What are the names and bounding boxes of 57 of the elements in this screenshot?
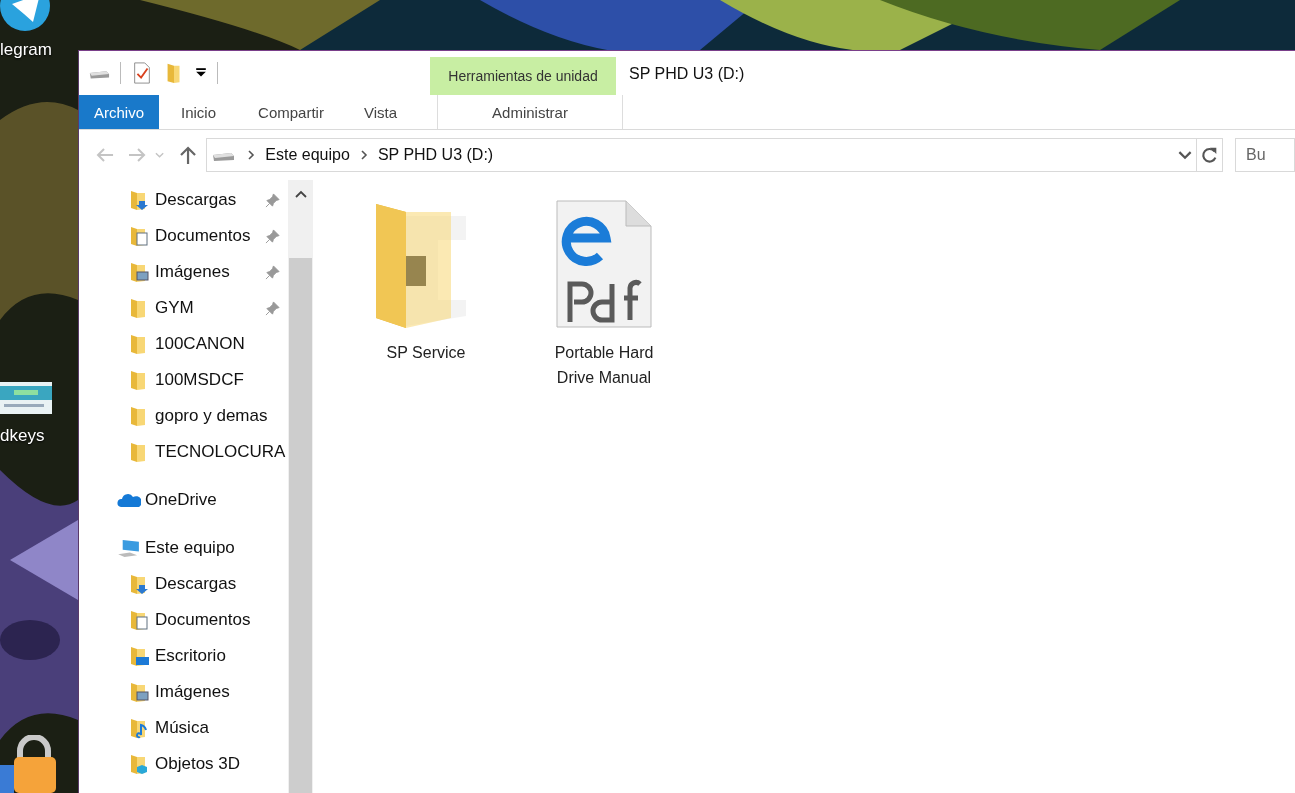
chevron-right-icon[interactable]: [359, 149, 368, 161]
nav-item[interactable]: Escritorio: [79, 638, 288, 674]
pdf-file-icon: [554, 200, 654, 328]
address-bar[interactable]: Este equipo SP PHD U3 (D:): [206, 138, 1198, 172]
pin-icon[interactable]: [265, 300, 280, 316]
documents-folder-icon: [129, 609, 149, 631]
nav-item[interactable]: Objetos 3D: [79, 746, 288, 782]
pin-icon[interactable]: [265, 228, 280, 244]
scrollbar-thumb[interactable]: [289, 258, 312, 793]
pictures-folder-icon: [129, 681, 149, 703]
search-field[interactable]: Bu: [1235, 138, 1295, 172]
nav-item[interactable]: 100MSDCF: [79, 362, 288, 398]
pin-icon[interactable]: [265, 264, 280, 280]
window-title: SP PHD U3 (D:): [629, 65, 745, 83]
chevron-right-icon[interactable]: [247, 149, 256, 161]
ribbon-tab[interactable]: Archivo: [79, 95, 160, 129]
breadcrumb-item[interactable]: SP PHD U3 (D:): [377, 146, 494, 164]
nav-item[interactable]: GYM: [79, 290, 288, 326]
download-folder-icon: [129, 189, 149, 211]
nav-item[interactable]: Documentos: [79, 602, 288, 638]
desktop-icon-label[interactable]: dkeys: [0, 426, 45, 446]
customize-dropdown-icon[interactable]: [195, 67, 207, 79]
breadcrumb-item[interactable]: Este equipo: [265, 146, 350, 164]
documents-folder-icon: [129, 225, 149, 247]
desktop-folder-icon: [129, 645, 149, 667]
nav-item[interactable]: Música: [79, 710, 288, 746]
cloud-icon: [117, 491, 141, 509]
pictures-folder-icon: [129, 261, 149, 283]
padlock-icon[interactable]: [0, 735, 56, 793]
nav-item[interactable]: Imágenes: [79, 674, 288, 710]
download-folder-icon: [129, 573, 149, 595]
context-tab-header: Herramientas de unidad: [430, 57, 616, 95]
refresh-button[interactable]: [1197, 138, 1223, 172]
nav-item[interactable]: Descargas: [79, 182, 288, 218]
scrollbar[interactable]: [288, 180, 313, 793]
chevron-down-icon[interactable]: [1178, 150, 1193, 160]
nav-item[interactable]: OneDrive: [79, 482, 288, 518]
nav-item[interactable]: gopro y demas: [79, 398, 288, 434]
ribbon-tab[interactable]: Administrar: [437, 95, 623, 129]
nav-item[interactable]: Imágenes: [79, 254, 288, 290]
nav-item[interactable]: Este equipo: [79, 530, 288, 566]
music-folder-icon: [129, 717, 149, 739]
properties-icon[interactable]: [131, 62, 153, 84]
nav-item[interactable]: Descargas: [79, 566, 288, 602]
refresh-icon: [1200, 146, 1219, 164]
computer-icon: [117, 539, 141, 557]
nav-item[interactable]: 100CANON: [79, 326, 288, 362]
nav-item[interactable]: Documentos: [79, 218, 288, 254]
up-arrow-icon[interactable]: [178, 144, 199, 166]
cube-folder-icon: [129, 753, 149, 775]
nav-item[interactable]: TECNOLOCURA: [79, 434, 288, 470]
file-item[interactable]: SP Service: [351, 200, 501, 365]
file-item[interactable]: Portable Hard Drive Manual: [529, 200, 679, 390]
pin-icon[interactable]: [265, 192, 280, 208]
recent-locations-caret-icon[interactable]: [155, 150, 165, 160]
webpage-thumbnail-icon[interactable]: [0, 382, 52, 414]
scroll-up-icon[interactable]: [294, 190, 307, 198]
